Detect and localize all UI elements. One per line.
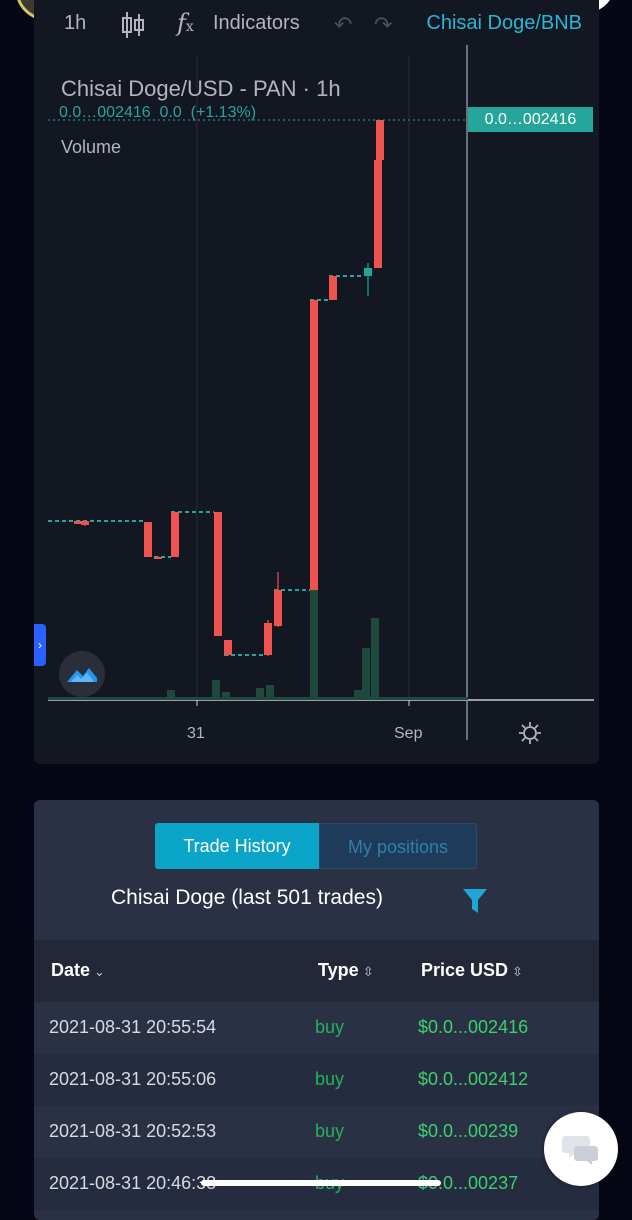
- table-header: Date ⌄ Type ⇳ Price USD ⇳: [34, 940, 599, 1002]
- chart-legend-values: 0.0…002416 0.0 (+1.13%): [59, 104, 257, 121]
- tab-trade-history[interactable]: Trade History: [155, 823, 319, 869]
- x-tick-label: Sep: [394, 725, 423, 742]
- trade-price: $0.0...002412: [418, 1069, 529, 1089]
- candle: [74, 521, 82, 524]
- trade-type: buy: [315, 1017, 345, 1037]
- x-tick-label: 31: [187, 725, 205, 742]
- last-price-tag: 0.0…002416: [468, 107, 593, 132]
- trade-date: 2021-08-31 20:46:38: [49, 1173, 217, 1193]
- volume-bars: [48, 580, 468, 700]
- home-indicator: [201, 1180, 441, 1186]
- column-header-price[interactable]: Price USD ⇳: [421, 960, 523, 981]
- candles: [48, 120, 384, 656]
- trades-title: Chisai Doge (last 501 trades): [111, 886, 383, 909]
- indicators-button[interactable]: Indicators: [213, 12, 300, 35]
- chat-icon: [562, 1136, 598, 1165]
- candle: [214, 512, 222, 636]
- chat-button[interactable]: [544, 1112, 618, 1186]
- volume-bar: [362, 648, 370, 700]
- tradingview-logo-icon[interactable]: [59, 651, 105, 697]
- candle: [224, 640, 232, 655]
- candlestick-icon[interactable]: [121, 10, 145, 46]
- volume-bar: [371, 618, 379, 700]
- candle: [274, 590, 282, 626]
- column-header-type[interactable]: Type ⇳: [318, 960, 374, 981]
- trade-date: 2021-08-31 20:55:54: [49, 1017, 217, 1037]
- tab-bar: Trade History My positions: [155, 823, 477, 869]
- candle: [329, 276, 337, 300]
- sort-icon: ⇳: [512, 964, 523, 979]
- candle: [81, 521, 89, 525]
- candle: [374, 160, 382, 268]
- candle: [144, 522, 152, 557]
- chart-toolbar: 1h 𝑓x Indicators ↶ ↷ Chisai Doge/BNB: [34, 0, 599, 48]
- fx-icon[interactable]: 𝑓x: [177, 9, 194, 37]
- trade-type: buy: [315, 1069, 345, 1089]
- filter-icon[interactable]: [462, 887, 488, 920]
- column-header-date[interactable]: Date ⌄: [51, 960, 105, 981]
- undo-icon[interactable]: ↶: [334, 12, 352, 38]
- candle: [154, 557, 162, 559]
- settings-icon[interactable]: [518, 721, 542, 750]
- candle: [171, 512, 179, 557]
- tab-my-positions[interactable]: My positions: [319, 823, 477, 869]
- volume-label: Volume: [61, 137, 122, 157]
- chart-panel: 1h 𝑓x Indicators ↶ ↷ Chisai Doge/BNB Chi…: [34, 0, 599, 764]
- trade-price: $0.0...00239: [418, 1121, 519, 1141]
- sort-icon: ⇳: [362, 964, 374, 979]
- table-row[interactable]: 2021-08-31 20:55:06 buy $0.0...002412: [34, 1054, 599, 1106]
- volume-baseline: [48, 697, 468, 700]
- table-row[interactable]: 2021-08-31 20:55:54 buy $0.0...002416: [34, 1002, 599, 1054]
- expand-sidebar-button[interactable]: ›: [34, 624, 46, 666]
- chart-title: Chisai Doge/USD - PAN · 1h: [61, 76, 341, 101]
- redo-icon[interactable]: ↷: [374, 12, 392, 38]
- volume-bar: [310, 580, 318, 700]
- pair-switch-button[interactable]: Chisai Doge/BNB: [426, 12, 582, 35]
- candle: [376, 120, 384, 160]
- candle: [364, 268, 372, 276]
- table-row[interactable]: 2021-08-31 20:52:53 buy $0.0...00239: [34, 1106, 599, 1158]
- trade-type: buy: [315, 1121, 345, 1141]
- trade-date: 2021-08-31 20:55:06: [49, 1069, 217, 1089]
- chevron-down-icon: ⌄: [94, 964, 105, 979]
- chart-grid: [48, 45, 594, 740]
- trade-date: 2021-08-31 20:52:53: [49, 1121, 217, 1141]
- interval-button[interactable]: 1h: [64, 12, 86, 35]
- trade-price: $0.0...002416: [418, 1017, 529, 1037]
- candle: [310, 300, 318, 590]
- candle: [264, 623, 272, 655]
